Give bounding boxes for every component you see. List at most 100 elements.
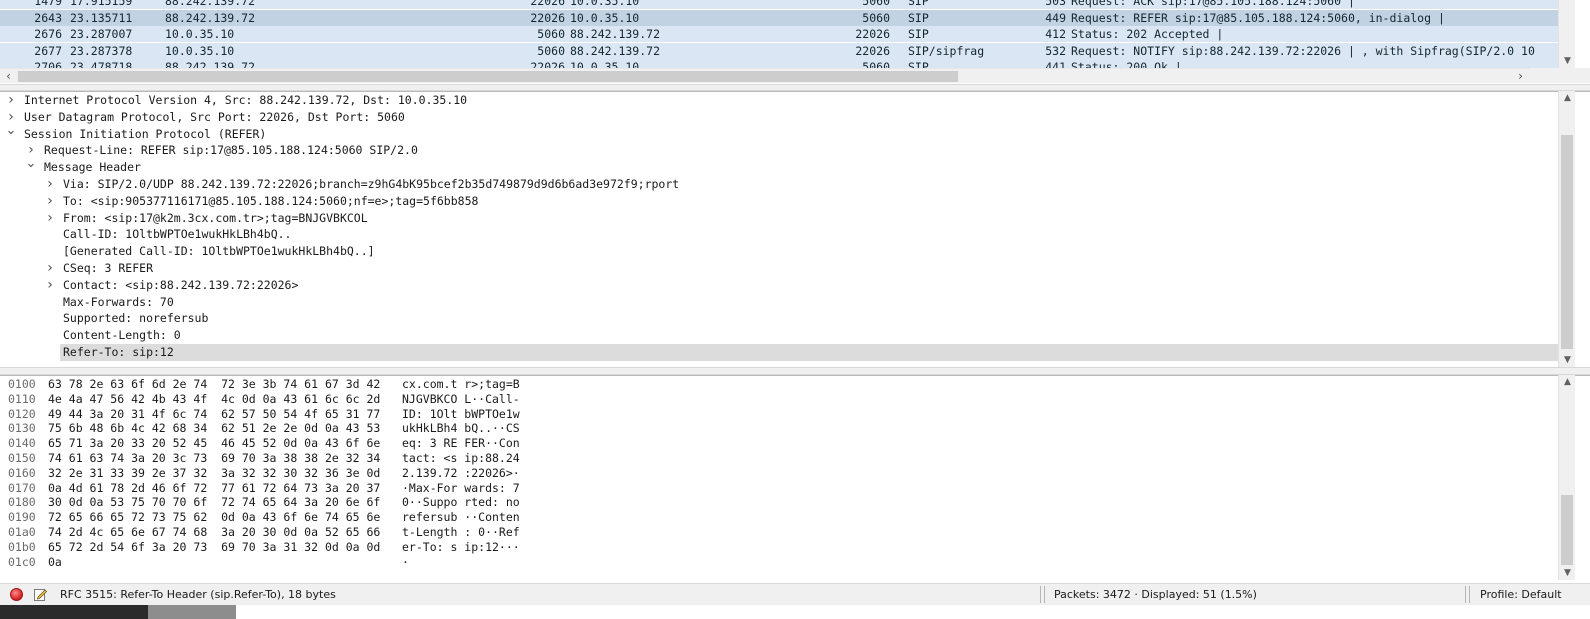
bytes-ascii: cx.com.t r>;tag=B: [402, 377, 520, 391]
tree-item[interactable]: › To: <sip:905377116171@85.105.188.124:50…: [0, 193, 1558, 210]
chevron-right-icon[interactable]: ›: [44, 193, 56, 210]
packet-row[interactable]: 2643 23.135711 88.242.139.72 22026 10.0.35.1…: [0, 9, 1558, 26]
bytes-row[interactable]: 0150 74 61 63 74 3a 20 3c 73 69 70 3a 38 …: [0, 451, 1550, 466]
bytes-vscrollbar[interactable]: ▲ ▼: [1558, 375, 1575, 580]
chevron-right-icon[interactable]: ›: [44, 210, 56, 227]
taskbar-segment: [0, 605, 148, 619]
tree-item[interactable]: Refer-To: sip:12: [60, 344, 1558, 361]
tree-item-label: Message Header: [44, 160, 141, 175]
bytes-row[interactable]: 0120 49 44 3a 20 31 4f 6c 74 62 57 50 54 …: [0, 407, 1550, 422]
tree-item[interactable]: [Generated Call-ID: 1OltbWPTOe1wukHkLBh4…: [0, 243, 1558, 260]
bytes-offset: 0120: [8, 406, 36, 421]
details-vscrollbar[interactable]: ▲ ▼: [1558, 91, 1575, 367]
tree-item-label: Internet Protocol Version 4, Src: 88.242…: [24, 93, 468, 107]
bytes-row[interactable]: 0160 32 2e 31 33 39 2e 37 32 3a 32 32 30 …: [0, 466, 1550, 481]
edit-comment-icon[interactable]: [33, 587, 48, 602]
tree-item[interactable]: › Contact: <sip:88.242.139.72:22026>: [0, 277, 1558, 294]
bytes-ascii: eq: 3 RE FER··Con: [402, 436, 520, 451]
bytes-ascii: 2.139.72 :22026>·: [402, 465, 520, 480]
bytes-row[interactable]: 0140 65 71 3a 20 33 20 52 45 46 45 52 0d …: [0, 436, 1550, 451]
bytes-offset: 0110: [8, 391, 36, 406]
packet-cell-info: Request: NOTIFY sip:88.242.139.72:22026 …: [1071, 43, 1535, 58]
vscroll-thumb[interactable]: [1561, 495, 1573, 565]
packet-cell-len: 532: [1045, 43, 1066, 58]
bytes-row[interactable]: 0100 63 78 2e 63 6f 6d 2e 74 72 3e 3b 74 …: [0, 377, 1550, 392]
scroll-down-icon[interactable]: ▼: [1559, 566, 1576, 580]
tree-item[interactable]: › Request-Line: REFER sip:17@85.105.188.1…: [0, 142, 1558, 159]
tree-item[interactable]: › User Datagram Protocol, Src Port: 22026…: [0, 109, 1558, 126]
bytes-hex: 65 71 3a 20 33 20 52 45 46 45 52 0d 0a 4…: [48, 436, 381, 451]
scroll-up-icon[interactable]: ▲: [1559, 375, 1576, 389]
tree-item[interactable]: › CSeq: 3 REFER: [0, 260, 1558, 277]
vscroll-thumb[interactable]: [1561, 135, 1573, 349]
packet-list[interactable]: 1479 17.915159 88.242.139.72 22026 10.0.35.1…: [0, 0, 1590, 71]
bytes-offset: 0170: [8, 480, 36, 495]
packet-bytes-pane[interactable]: 0100 63 78 2e 63 6f 6d 2e 74 72 3e 3b 74 …: [0, 375, 1590, 580]
packet-row[interactable]: 2677 23.287378 10.0.35.10 5060 88.242.139.72…: [0, 42, 1558, 59]
scroll-up-icon[interactable]: ▲: [1559, 91, 1576, 105]
packet-cell-sport: 22026: [530, 0, 565, 8]
bytes-ascii: refersub ··Conten: [402, 510, 520, 525]
pane-splitter[interactable]: [0, 367, 1590, 375]
bytes-ascii: er-To: s ip:12···: [402, 539, 520, 554]
packet-cell-src: 88.242.139.72: [165, 0, 256, 8]
tree-item-label: Contact: <sip:88.242.139.72:22026>: [63, 277, 299, 292]
packet-cell-dport: 22026: [855, 27, 890, 41]
packet-cell-info: Request: ACK sip:17@85.105.188.124:5060 …: [1071, 0, 1355, 8]
packet-row[interactable]: 2676 23.287007 10.0.35.10 5060 88.242.139.72…: [0, 26, 1558, 42]
packet-cell-info: Request: REFER sip:17@85.105.188.124:506…: [1071, 10, 1445, 25]
bytes-ascii: ukHkLBh4 bQ..··CS: [402, 421, 520, 436]
selected-field-info: RFC 3515: Refer-To Header (sip.Refer-To)…: [60, 588, 336, 601]
tree-item[interactable]: Max-Forwards: 70: [0, 294, 1558, 311]
packet-cell-src: 88.242.139.72: [165, 10, 256, 25]
bytes-row[interactable]: 0130 75 6b 48 6b 4c 42 68 34 62 51 2e 2e …: [0, 421, 1550, 436]
tree-item[interactable]: Call-ID: 1OltbWPTOe1wukHkLBh4bQ..: [0, 226, 1558, 243]
packet-cell-info: Status: 202 Accepted |: [1071, 27, 1224, 41]
error-icon[interactable]: [10, 588, 23, 601]
tree-item[interactable]: ⌄ Session Initiation Protocol (REFER): [0, 123, 1558, 143]
bytes-offset: 0160: [8, 465, 36, 480]
hscroll-thumb[interactable]: [18, 71, 958, 82]
packet-cell-dport: 5060: [862, 10, 890, 25]
packet-cell-sport: 22026: [530, 10, 565, 25]
bytes-row[interactable]: 01a0 74 2d 4c 65 6e 67 74 68 3a 20 30 0d …: [0, 525, 1550, 540]
packet-list-hscrollbar[interactable]: ‹ ›: [0, 68, 1530, 83]
status-separator: [1465, 586, 1466, 603]
chevron-down-icon[interactable]: ⌄: [25, 155, 37, 172]
packet-cell-len: 412: [1045, 27, 1066, 41]
bytes-row[interactable]: 0110 4e 4a 47 56 42 4b 43 4f 4c 0d 0a 43 …: [0, 392, 1550, 407]
packet-cell-len: 449: [1045, 10, 1066, 25]
scroll-down-icon[interactable]: ▼: [1559, 54, 1576, 68]
scroll-left-icon[interactable]: ‹: [0, 69, 17, 84]
chevron-down-icon[interactable]: ⌄: [5, 122, 17, 139]
packet-cell-no: 2677: [34, 43, 62, 58]
profile-selector[interactable]: Profile: Default: [1480, 587, 1562, 603]
packet-cell-no: 1479: [34, 0, 62, 8]
tree-item-label: To: <sip:905377116171@85.105.188.124:506…: [63, 193, 479, 208]
tree-item-label: Via: SIP/2.0/UDP 88.242.139.72:22026;bra…: [63, 177, 680, 191]
tree-item[interactable]: › Internet Protocol Version 4, Src: 88.24…: [0, 92, 1558, 109]
bytes-row[interactable]: 0170 0a 4d 61 78 2d 46 6f 72 77 61 72 64 …: [0, 481, 1550, 496]
chevron-right-icon[interactable]: ›: [44, 277, 56, 294]
chevron-right-icon[interactable]: ›: [44, 176, 56, 193]
chevron-right-icon[interactable]: ›: [44, 260, 56, 277]
packet-cell-src: 10.0.35.10: [165, 43, 235, 58]
tree-item-label: Supported: norefersub: [63, 311, 209, 326]
bytes-row[interactable]: 01b0 65 72 2d 54 6f 3a 20 73 69 70 3a 31 …: [0, 540, 1550, 555]
pane-splitter[interactable]: [0, 84, 1590, 91]
packet-list-vscrollbar[interactable]: ▼: [1558, 0, 1575, 68]
bytes-row[interactable]: 0180 30 0d 0a 53 75 70 70 6f 72 74 65 64 …: [0, 495, 1550, 510]
tree-item[interactable]: Supported: norefersub: [0, 310, 1558, 327]
tree-item[interactable]: › From: <sip:17@k2m.3cx.com.tr>;tag=BNJGV…: [0, 210, 1558, 227]
tree-item[interactable]: › Via: SIP/2.0/UDP 88.242.139.72:22026;br…: [0, 176, 1558, 193]
scroll-right-icon[interactable]: ›: [1512, 69, 1529, 84]
bytes-row[interactable]: 0190 72 65 66 65 72 73 75 62 0d 0a 43 6f …: [0, 510, 1550, 525]
packet-details-tree[interactable]: › Internet Protocol Version 4, Src: 88.24…: [0, 91, 1590, 367]
tree-item[interactable]: Content-Length: 0: [0, 327, 1558, 344]
chevron-right-icon[interactable]: ›: [5, 92, 17, 109]
bytes-hex: 0a 4d 61 78 2d 46 6f 72 77 61 72 64 73 3…: [48, 480, 381, 495]
packet-row[interactable]: 1479 17.915159 88.242.139.72 22026 10.0.35.1…: [0, 0, 1558, 9]
tree-item[interactable]: ⌄ Message Header: [0, 156, 1558, 176]
bytes-row[interactable]: 01c0 0a ·: [0, 555, 1550, 570]
scroll-down-icon[interactable]: ▼: [1559, 353, 1576, 367]
